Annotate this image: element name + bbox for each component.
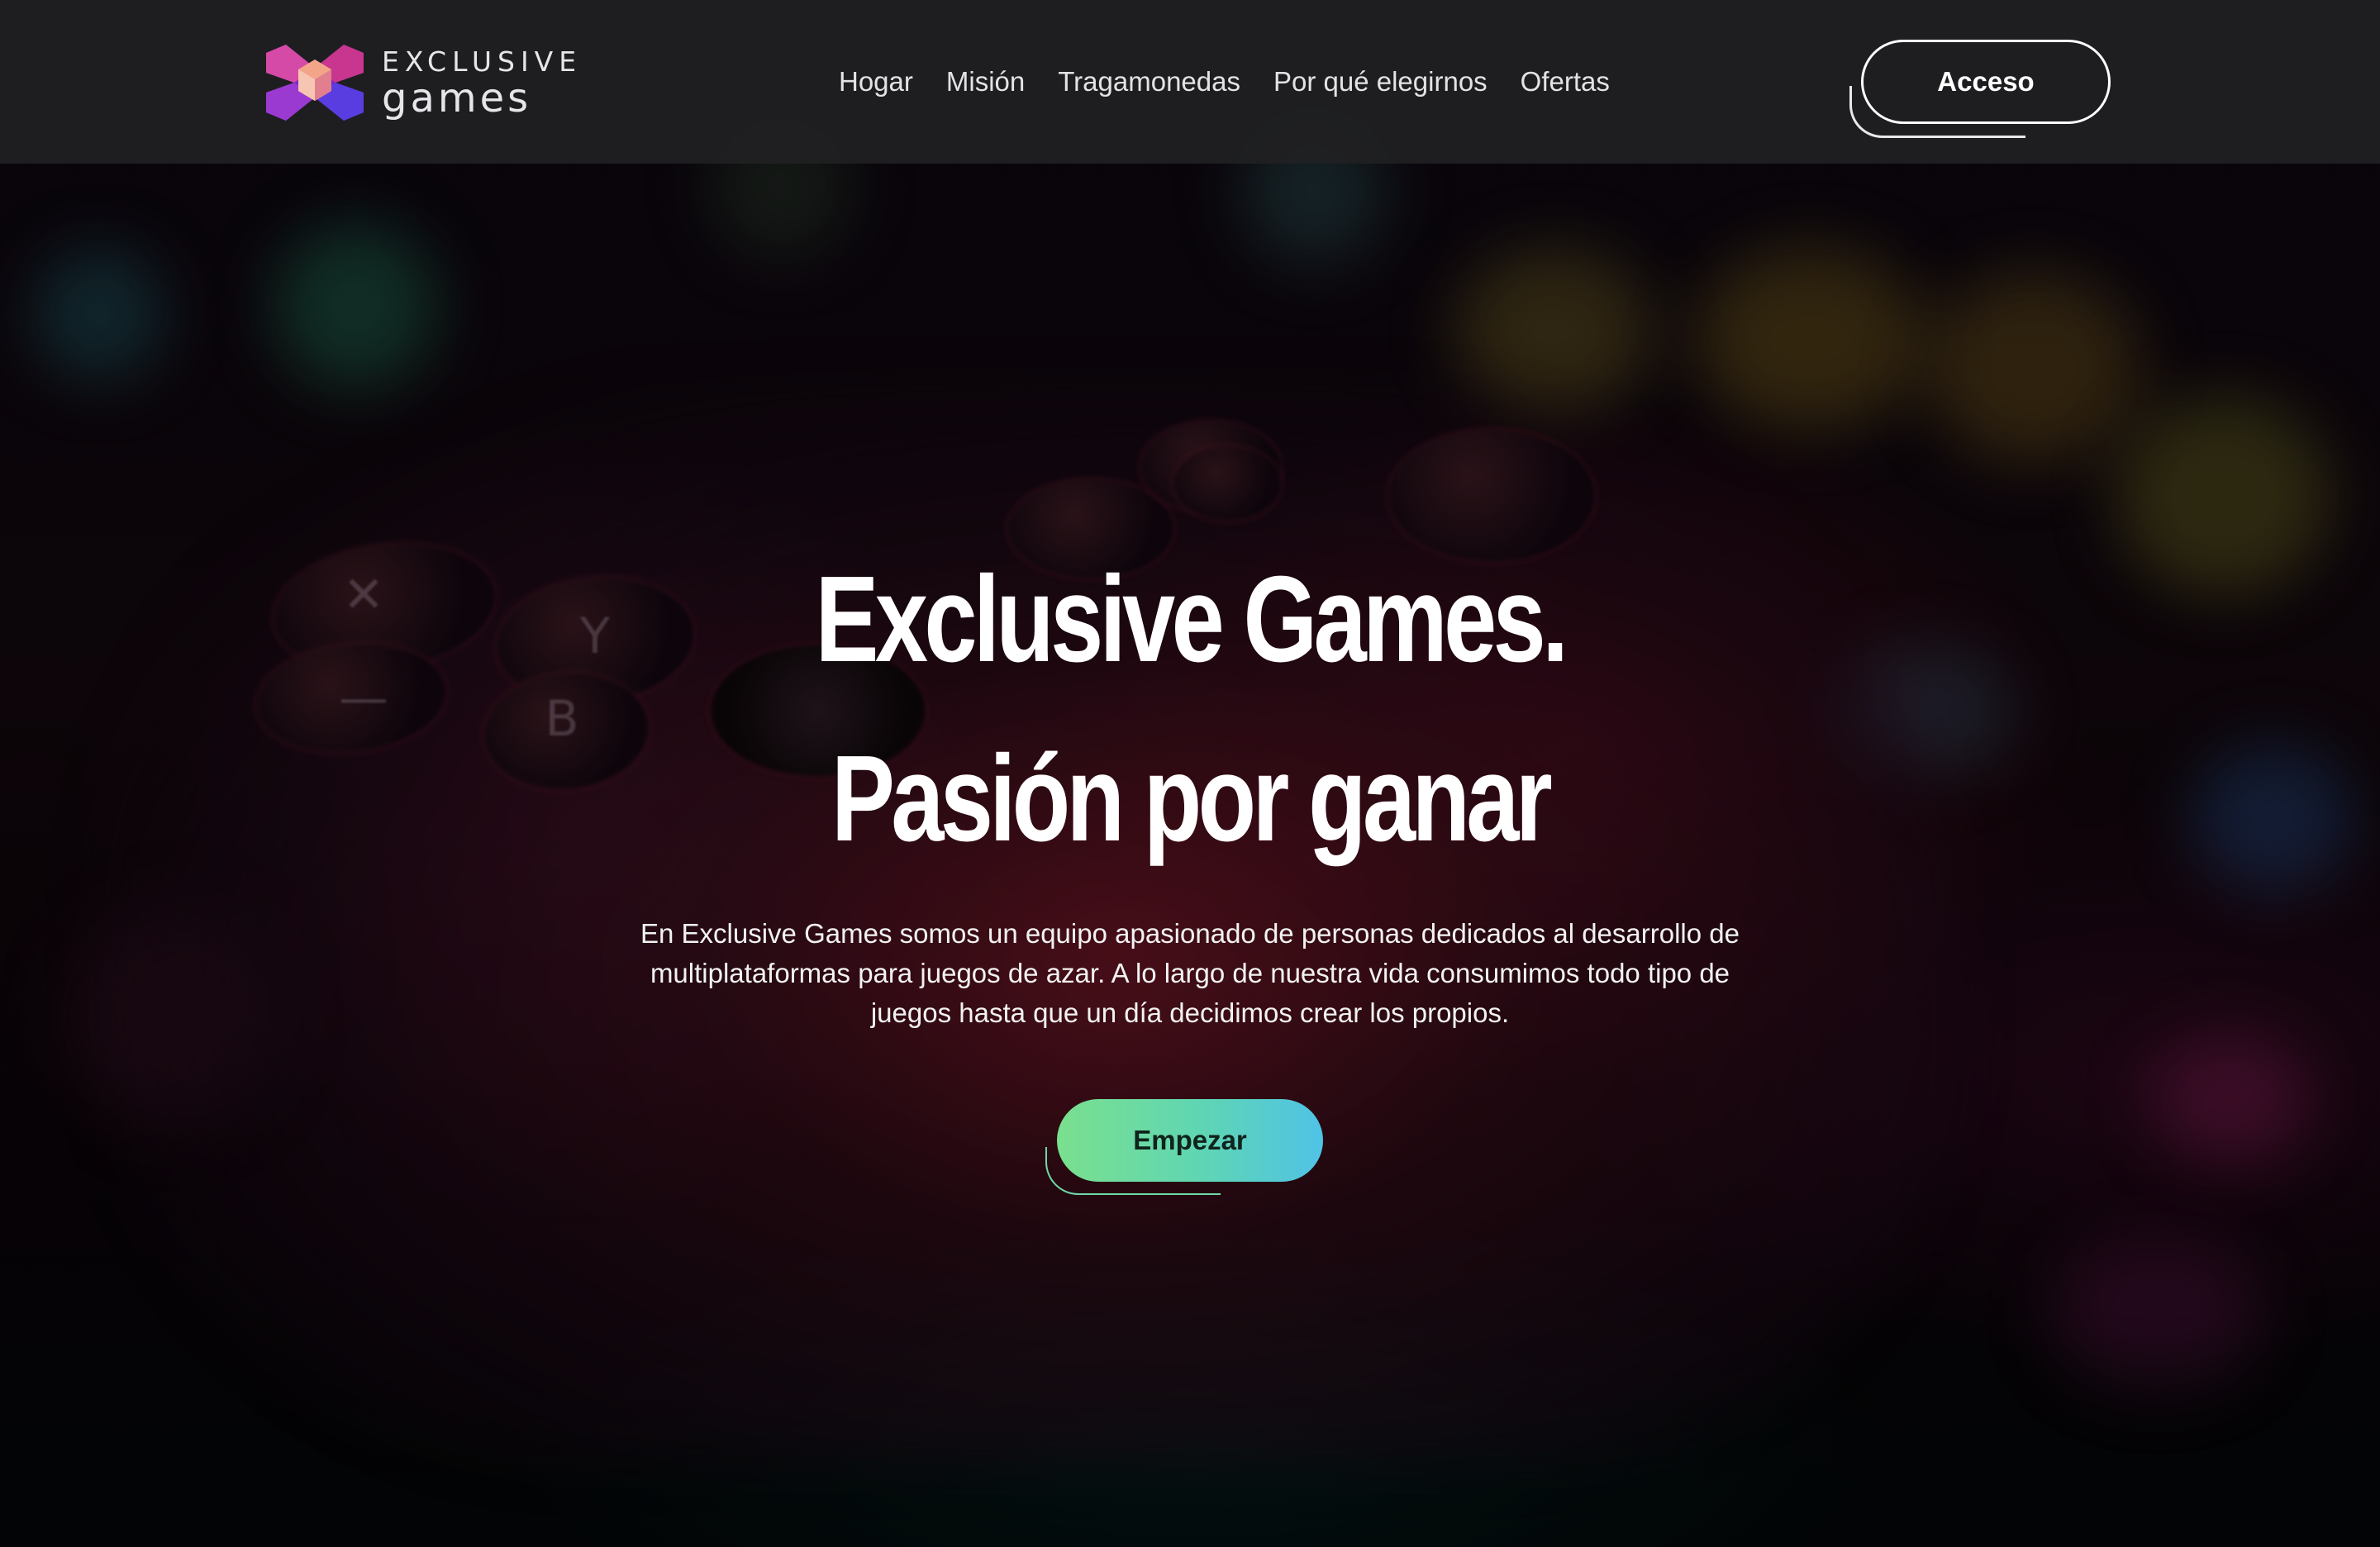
hero-title-line1: Exclusive Games.	[815, 551, 1569, 688]
nav-item-tragamonedas[interactable]: Tragamonedas	[1058, 64, 1240, 99]
nav-item-mision[interactable]: Misión	[946, 64, 1025, 99]
nav-item-por-que-elegirnos[interactable]: Por qué elegirnos	[1273, 64, 1488, 99]
login-button[interactable]: Acceso	[1861, 40, 2111, 124]
hero-description: En Exclusive Games somos un equipo apasi…	[640, 918, 1740, 1028]
landing-page: ✕ Y — B EXCLUSIVE games Hogar Misión Tra…	[0, 0, 2380, 1547]
hero-title-line2: Pasión por ganar	[831, 731, 1553, 867]
brand-name-line2: games	[382, 74, 532, 121]
nav-item-ofertas[interactable]: Ofertas	[1521, 64, 1610, 99]
site-header: EXCLUSIVE games Hogar Misión Tragamoneda…	[0, 0, 2380, 164]
start-button[interactable]: Empezar	[1057, 1099, 1323, 1182]
brand-name-line1: EXCLUSIVE	[382, 45, 583, 78]
nav-item-hogar[interactable]: Hogar	[839, 64, 913, 99]
brand-logo[interactable]: EXCLUSIVE games	[266, 43, 621, 122]
main-nav: Hogar Misión Tragamonedas Por qué elegir…	[839, 64, 1610, 99]
pixel-x-logo-icon	[266, 45, 364, 121]
